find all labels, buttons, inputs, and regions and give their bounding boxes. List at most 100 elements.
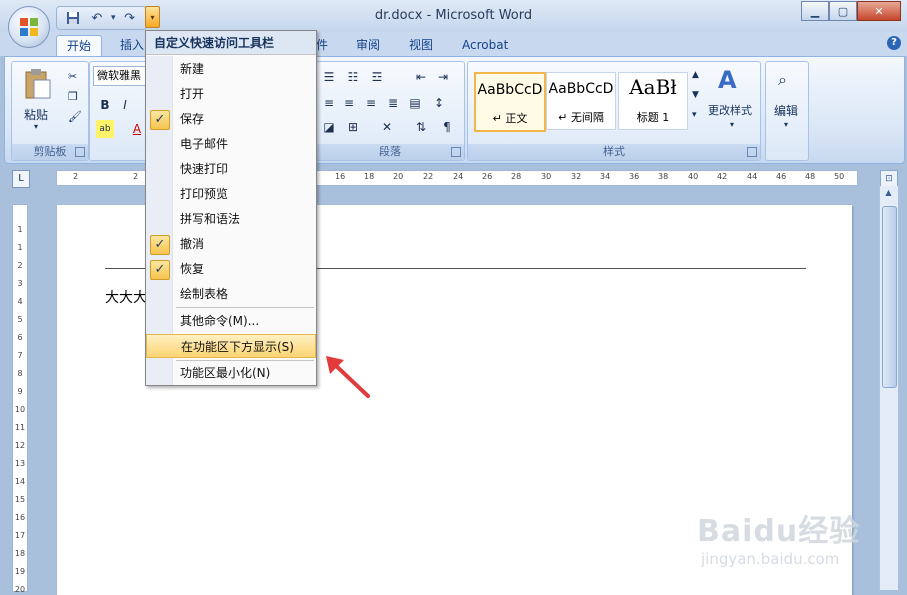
menu-item-label: 绘制表格 [180,287,229,301]
align-right-icon[interactable]: ≡ [362,94,380,112]
paragraph-launcher-icon[interactable] [451,147,461,157]
numbering-icon[interactable]: ☷ [344,68,362,86]
sort-icon[interactable]: ⇅ [412,118,430,136]
menu-item-label: 功能区最小化(N) [180,366,271,380]
font-color-icon[interactable]: A [128,120,146,138]
menu-item-more-commands[interactable]: 其他命令(M)... [146,309,316,333]
cut-icon[interactable]: ✂ [68,70,77,83]
quick-access-toolbar: ↶ ▾ ↷ [56,6,147,30]
menu-item[interactable]: 绘制表格 [146,282,316,306]
change-styles-icon[interactable]: A [718,66,737,94]
change-styles-button[interactable]: 更改样式 [708,102,752,118]
menu-item[interactable]: ✓ 恢复 [146,257,316,281]
menu-item[interactable]: 电子邮件 [146,132,316,156]
clipboard-launcher-icon[interactable] [75,147,85,157]
paste-icon[interactable] [24,68,52,100]
close-button[interactable]: ✕ [857,1,901,21]
menu-item[interactable]: 打开 [146,82,316,106]
checkmark-icon: ✓ [150,110,170,130]
align-center-icon[interactable]: ≡ [340,94,358,112]
menu-item-label: 电子邮件 [180,137,229,151]
ruler-mark: 32 [571,172,582,181]
menu-item[interactable]: ✓ 保存 [146,107,316,131]
increase-indent-icon[interactable]: ⇥ [434,68,452,86]
menu-item[interactable]: 快速打印 [146,157,316,181]
italic-button[interactable]: I [116,96,134,114]
style-heading1[interactable]: AaBł 标题 1 [618,72,688,130]
menu-title: 自定义快速访问工具栏 [146,31,316,55]
highlight-icon[interactable]: ab [96,120,114,138]
align-left-icon[interactable]: ≡ [320,94,338,112]
tab-review[interactable]: 审阅 [346,35,390,56]
office-button[interactable] [8,6,50,48]
menu-item-label: 新建 [180,62,205,76]
bullets-icon[interactable]: ☰ [320,68,338,86]
chevron-down-icon: ▾ [150,12,155,22]
menu-item-label: 打开 [180,87,205,101]
menu-item[interactable]: 新建 [146,57,316,81]
tab-home[interactable]: 开始 [56,35,103,57]
menu-item[interactable]: ✓ 撤消 [146,232,316,256]
scroll-up-icon[interactable]: ▲ [882,188,895,202]
styles-scroll-up-icon[interactable]: ▲ [692,70,699,80]
bold-button[interactable]: B [96,96,114,114]
undo-dropdown-icon[interactable]: ▾ [111,13,116,23]
minimize-icon: ▁ [810,4,820,18]
vertical-scrollbar[interactable]: ▲ [879,186,898,590]
document-body-text[interactable]: 大大大 [105,287,147,307]
styles-group-label: 样式 [468,144,760,160]
paste-dropdown-icon[interactable]: ▾ [34,122,38,131]
menu-separator [176,307,314,308]
show-marks-icon[interactable]: ¶ [438,118,456,136]
help-icon[interactable]: ? [887,36,901,50]
maximize-button[interactable]: ▢ [829,1,857,21]
chinese-layout-icon[interactable]: ✕ [378,118,396,136]
justify-icon[interactable]: ≣ [384,94,402,112]
ruler-mark: 18 [14,549,26,558]
tab-acrobat[interactable]: Acrobat [452,35,518,56]
line-spacing-icon[interactable]: ↕ [430,94,448,112]
menu-item[interactable]: 打印预览 [146,182,316,206]
editing-button[interactable]: 编辑 [774,102,798,119]
watermark-brand: Baidu经验 [697,514,861,549]
maximize-icon: ▢ [837,4,849,18]
vertical-ruler[interactable]: 1 1 2 3 4 5 6 7 8 9 10 11 12 13 14 15 16 17 18 19 20 [12,204,28,594]
menu-item[interactable]: 拼写和语法 [146,207,316,231]
save-icon[interactable] [63,9,83,27]
change-styles-dropdown-icon[interactable]: ▾ [730,120,734,129]
style-no-spacing-sample: AaBbCcD [548,81,614,97]
shading-icon[interactable]: ◪ [320,118,338,136]
ruler-mark: 10 [14,405,26,414]
style-normal[interactable]: AaBbCcD ↵ 正文 [474,72,546,132]
styles-more-icon[interactable]: ▾ [692,110,697,120]
distributed-icon[interactable]: ▤ [406,94,424,112]
binoculars-icon[interactable]: ⌕ [778,70,787,90]
watermark-url: jingyan.baidu.com [701,550,840,568]
ruler-mark: 4 [17,297,23,306]
editing-dropdown-icon[interactable]: ▾ [784,120,788,129]
paragraph-group: ☰ ☷ ☲ ⇤ ⇥ ≡ ≡ ≡ ≣ ▤ ↕ ◪ ⊞ ✕ ⇅ ¶ 段落 [315,61,465,161]
menu-item-show-below-ribbon[interactable]: 在功能区下方显示(S) [146,334,316,358]
format-painter-icon[interactable]: 🖌 [68,110,82,123]
paste-button[interactable]: 粘贴 [24,106,48,123]
style-no-spacing[interactable]: AaBbCcD ↵ 无间隔 [546,72,616,130]
styles-launcher-icon[interactable] [747,147,757,157]
ruler-mark: 6 [17,333,23,342]
clipboard-group: 粘贴 ▾ ✂ ❐ 🖌 剪贴板 [11,61,89,161]
redo-icon[interactable]: ↷ [120,9,140,27]
tab-view[interactable]: 视图 [399,35,443,56]
ruler-mark: 34 [600,172,611,181]
customize-qat-dropdown-button[interactable]: ▾ [145,6,160,28]
styles-scroll-down-icon[interactable]: ▼ [692,90,699,100]
borders-icon[interactable]: ⊞ [344,118,362,136]
tab-selector[interactable]: L [12,170,30,188]
menu-item-minimize-ribbon[interactable]: 功能区最小化(N) [146,361,316,385]
scrollbar-thumb[interactable] [882,206,897,388]
menu-item-label: 恢复 [180,262,205,276]
decrease-indent-icon[interactable]: ⇤ [412,68,430,86]
minimize-button[interactable]: ▁ [801,1,829,21]
undo-icon[interactable]: ↶ [87,9,107,27]
copy-icon[interactable]: ❐ [68,90,78,103]
multilevel-list-icon[interactable]: ☲ [368,68,386,86]
ruler-mark: 2 [17,261,23,270]
